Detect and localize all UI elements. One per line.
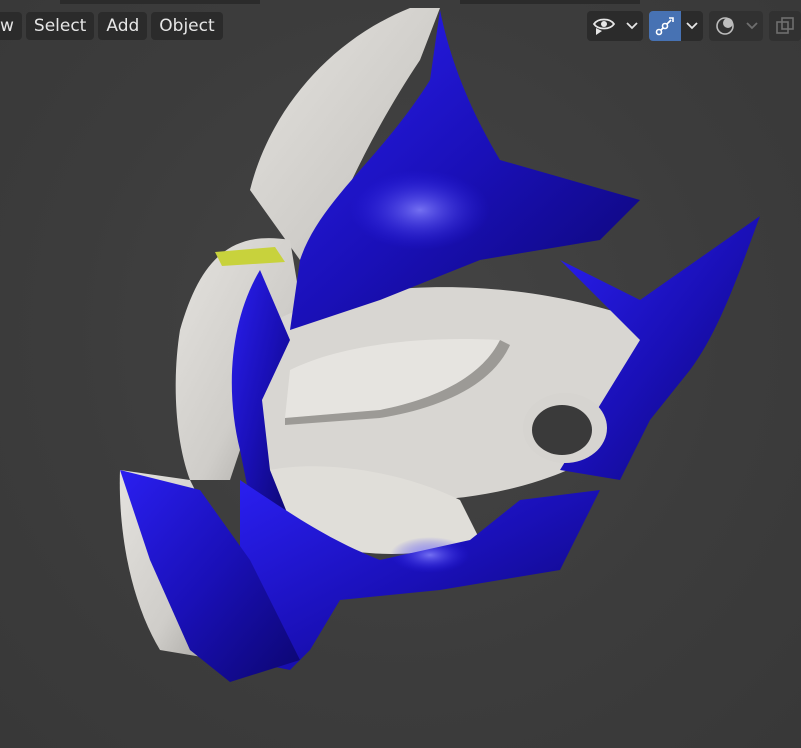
- mask-model[interactable]: [0, 0, 801, 748]
- xray-toggle[interactable]: [769, 11, 801, 41]
- eye-icon: [592, 18, 616, 35]
- gizmo-icon: [655, 17, 674, 36]
- overlay-dropdown[interactable]: [741, 11, 763, 41]
- visibility-dropdown[interactable]: [621, 11, 643, 41]
- visibility-group: [587, 11, 643, 41]
- 3d-viewport[interactable]: w Select Add Object: [0, 0, 801, 748]
- chevron-down-icon: [686, 22, 698, 30]
- menu-view[interactable]: w: [0, 12, 22, 40]
- header-menu-bar: w Select Add Object: [0, 10, 223, 42]
- xray-icon: [776, 17, 794, 34]
- gizmo-toggle[interactable]: [649, 11, 681, 41]
- gizmo-dropdown[interactable]: [681, 11, 703, 41]
- menu-add[interactable]: Add: [98, 12, 148, 40]
- gizmo-group: [649, 11, 703, 41]
- xray-group: [769, 11, 801, 41]
- overlay-group: [709, 11, 763, 41]
- vent-hole: [532, 405, 592, 455]
- header-tools: [587, 10, 801, 42]
- chevron-down-icon: [746, 22, 758, 30]
- menu-object[interactable]: Object: [151, 12, 223, 40]
- chevron-down-icon: [626, 22, 638, 30]
- visibility-button[interactable]: [587, 11, 621, 41]
- menu-select[interactable]: Select: [25, 12, 95, 40]
- overlay-icon: [716, 17, 734, 35]
- overlay-toggle[interactable]: [709, 11, 741, 41]
